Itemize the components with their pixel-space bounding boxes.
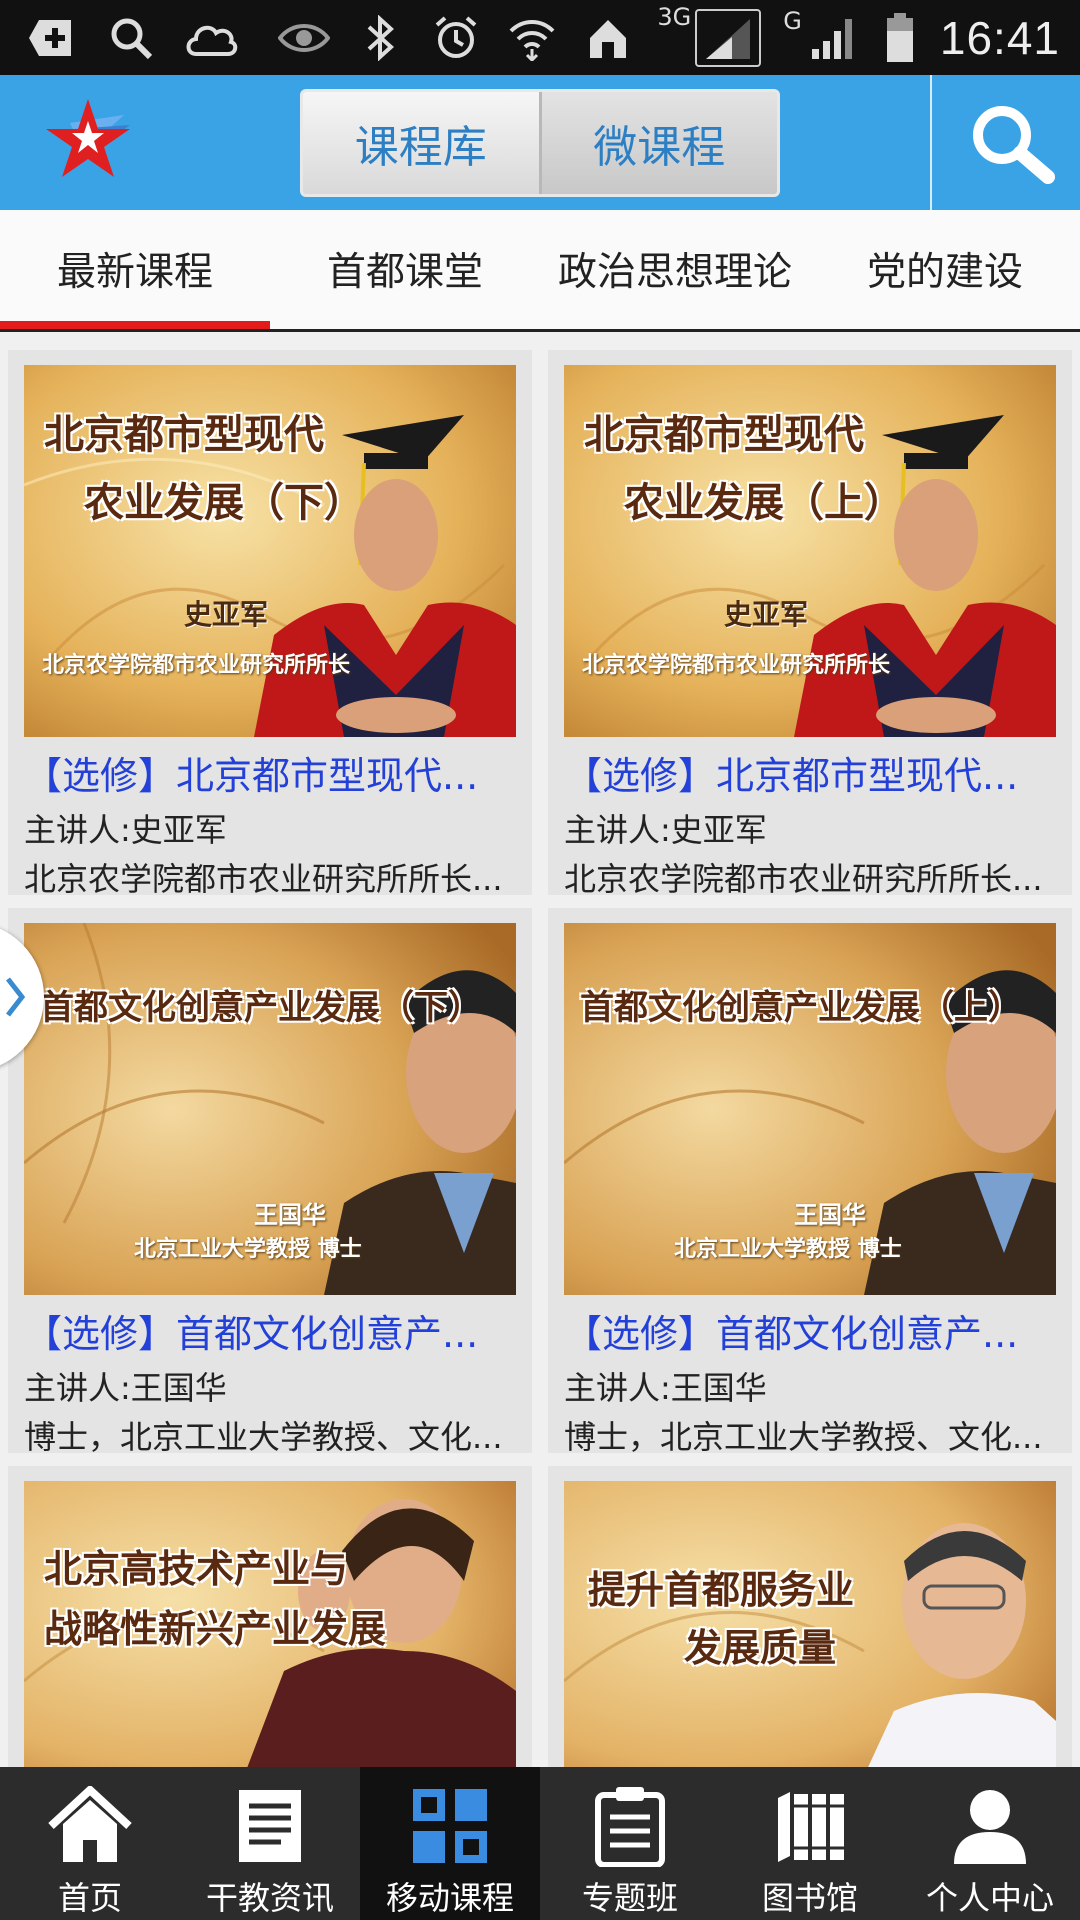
thumbnail-title-line: 提升首都服务业 xyxy=(588,1567,855,1612)
course-lecturer: 主讲人:史亚军 xyxy=(24,811,227,849)
battery-icon xyxy=(882,13,918,63)
thumbnail-title-line: 农业发展（下） xyxy=(84,480,364,526)
course-title[interactable]: 【选修】北京都市型现代... xyxy=(24,745,516,800)
course-description: 北京农学院都市农业研究所所长... xyxy=(564,860,1043,898)
course-thumbnail[interactable]: 提升首都服务业 发展质量 xyxy=(564,1481,1056,1776)
thumbnail-title-line: 北京都市型现代 xyxy=(44,412,324,458)
thumbnail-title-line: 发展质量 xyxy=(684,1625,837,1670)
thumbnail-lecturer-name: 史亚军 xyxy=(724,598,809,631)
nav-special-class[interactable]: 专题班 xyxy=(540,1767,720,1920)
thumbnail-subtitle: 北京农学院都市农业研究所所长 xyxy=(42,653,351,678)
bluetooth-icon xyxy=(353,13,407,63)
signal-2-icon xyxy=(806,13,860,63)
news-icon xyxy=(225,1781,315,1871)
home-icon xyxy=(45,1781,135,1871)
nav-home[interactable]: 首页 xyxy=(0,1767,180,1920)
thumbnail-title-line: 首都文化创意产业发展（下） xyxy=(40,988,482,1028)
course-description: 博士，北京工业大学教授、文化... xyxy=(564,1418,1043,1456)
thumbnail-title-line: 战略性新兴产业发展 xyxy=(44,1607,387,1651)
thumbnail-lecturer-name: 史亚军 xyxy=(184,598,269,631)
course-card[interactable]: 首都文化创意产业发展（上） 王国华 北京工业大学教授 博士 【选修】首都文化创意… xyxy=(548,908,1072,1456)
add-notification-icon xyxy=(24,13,78,63)
course-description: 博士，北京工业大学教授、文化... xyxy=(24,1418,503,1456)
tab-party-building[interactable]: 党的建设 xyxy=(810,210,1080,328)
status-bar: 3G G 16:41 xyxy=(0,0,1080,75)
books-icon xyxy=(765,1781,855,1871)
library-segmented-control: 课程库 微课程 xyxy=(300,89,780,197)
active-tab-indicator xyxy=(0,321,270,329)
thumbnail-subtitle: 北京农学院都市农业研究所所长 xyxy=(582,653,891,678)
signal-icon xyxy=(695,9,762,67)
course-lecturer: 主讲人:史亚军 xyxy=(564,811,767,849)
thumbnail-lecturer-name: 王国华 xyxy=(254,1201,326,1229)
nav-label: 首页 xyxy=(57,1879,122,1917)
course-title[interactable]: 【选修】北京都市型现代... xyxy=(564,745,1056,800)
home-status-icon xyxy=(581,13,635,63)
course-description: 北京农学院都市农业研究所所长... xyxy=(24,860,503,898)
search-icon xyxy=(973,106,1055,184)
thumbnail-title-line: 首都文化创意产业发展（上） xyxy=(580,988,1022,1028)
segment-course-library[interactable]: 课程库 xyxy=(303,92,539,194)
course-card[interactable]: 首都文化创意产业发展（下） 王国华 北京工业大学教授 博士 【选修】首都文化创意… xyxy=(8,908,532,1456)
course-card[interactable]: 北京都市型现代 农业发展（下） 史亚军 北京农学院都市农业研究所所长 【选修】北… xyxy=(8,350,532,898)
clipboard-icon xyxy=(585,1781,675,1871)
search-button[interactable] xyxy=(962,95,1062,195)
person-icon xyxy=(945,1781,1035,1871)
nav-label: 专题班 xyxy=(581,1879,678,1917)
nav-label: 个人中心 xyxy=(925,1879,1054,1917)
course-thumbnail[interactable]: 北京高技术产业与 战略性新兴产业发展 xyxy=(24,1481,516,1776)
course-title[interactable]: 【选修】首都文化创意产... xyxy=(564,1303,1056,1358)
course-title[interactable]: 【选修】首都文化创意产... xyxy=(24,1303,516,1358)
grid-icon xyxy=(405,1781,495,1871)
course-card[interactable]: 北京都市型现代 农业发展（上） 史亚军 北京农学院都市农业研究所所长 【选修】北… xyxy=(548,350,1072,898)
course-card[interactable]: 提升首都服务业 发展质量 xyxy=(548,1466,1072,1776)
course-thumbnail[interactable]: 首都文化创意产业发展（下） 王国华 北京工业大学教授 博士 xyxy=(24,923,516,1295)
thumbnail-subtitle: 北京工业大学教授 博士 xyxy=(674,1237,902,1262)
thumbnail-title-line: 农业发展（上） xyxy=(624,480,904,526)
course-thumbnail[interactable]: 北京都市型现代 农业发展（下） 史亚军 北京农学院都市农业研究所所长 xyxy=(24,365,516,737)
thumbnail-title-line: 北京高技术产业与 xyxy=(44,1547,349,1591)
network-type-2-label: G xyxy=(783,7,802,35)
segment-micro-course[interactable]: 微课程 xyxy=(538,92,777,194)
clock-time: 16:41 xyxy=(939,12,1060,64)
nav-label: 图书馆 xyxy=(761,1879,858,1917)
search-notification-icon xyxy=(104,13,158,63)
app-header: 课程库 微课程 xyxy=(0,75,1080,210)
nav-mobile-courses[interactable]: 移动课程 xyxy=(360,1767,540,1920)
tab-political-theory[interactable]: 政治思想理论 xyxy=(540,210,810,328)
header-divider xyxy=(930,75,932,210)
tab-capital-classroom[interactable]: 首都课堂 xyxy=(270,210,540,328)
alarm-icon xyxy=(429,13,483,63)
nav-library[interactable]: 图书馆 xyxy=(720,1767,900,1920)
wifi-icon xyxy=(505,13,559,63)
nav-label: 干教资讯 xyxy=(205,1879,334,1917)
course-thumbnail[interactable]: 北京都市型现代 农业发展（上） 史亚军 北京农学院都市农业研究所所长 xyxy=(564,365,1056,737)
bottom-navigation: 首页 干教资讯 移动课程 专题班 图书馆 个人中心 xyxy=(0,1767,1080,1920)
nav-label: 移动课程 xyxy=(385,1879,514,1917)
thumbnail-lecturer-name: 王国华 xyxy=(794,1201,866,1229)
thumbnail-title-line: 北京都市型现代 xyxy=(584,412,864,458)
tab-latest-courses[interactable]: 最新课程 xyxy=(0,210,270,328)
course-lecturer: 主讲人:王国华 xyxy=(24,1369,227,1407)
category-tabs: 最新课程 首都课堂 政治思想理论 党的建设 xyxy=(0,210,1080,332)
eye-icon xyxy=(277,13,331,63)
chevron-right-icon xyxy=(6,977,26,1017)
cloud-icon xyxy=(184,13,238,63)
course-card[interactable]: 北京高技术产业与 战略性新兴产业发展 xyxy=(8,1466,532,1776)
nav-personal-center[interactable]: 个人中心 xyxy=(900,1767,1080,1920)
app-logo-star-icon xyxy=(40,95,140,190)
network-type-label: 3G xyxy=(657,3,692,31)
course-lecturer: 主讲人:王国华 xyxy=(564,1369,767,1407)
course-thumbnail[interactable]: 首都文化创意产业发展（上） 王国华 北京工业大学教授 博士 xyxy=(564,923,1056,1295)
nav-news[interactable]: 干教资讯 xyxy=(180,1767,360,1920)
thumbnail-subtitle: 北京工业大学教授 博士 xyxy=(134,1237,362,1262)
